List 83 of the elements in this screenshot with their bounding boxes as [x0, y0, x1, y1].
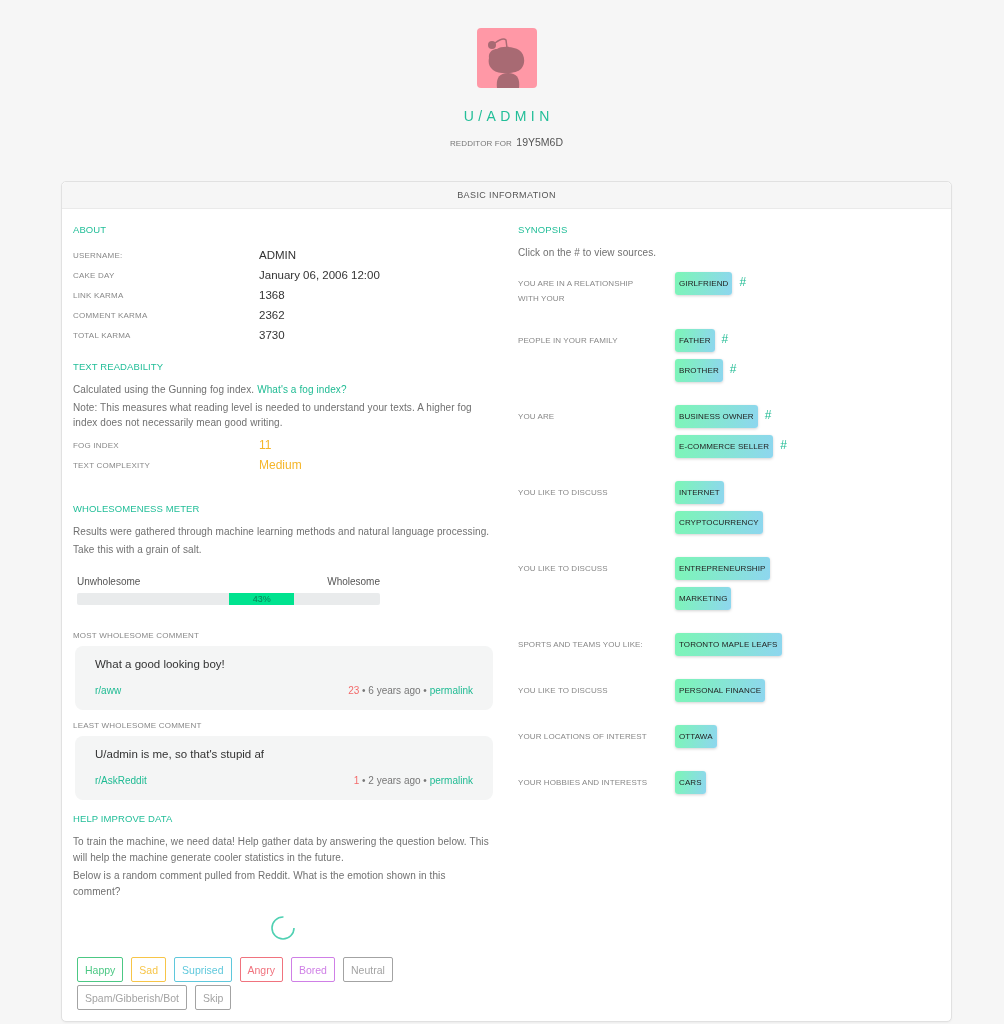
comment-heading: LEAST WHOLESOME COMMENT: [73, 720, 203, 732]
loading-spinner-icon: [271, 916, 295, 940]
section-heading: WHOLESOMENESS METER: [73, 502, 201, 516]
meter-reading: 43%: [252, 593, 271, 605]
synopsis-label: YOU ARE IN A RELATIONSHIP WITH YOUR: [518, 278, 635, 305]
answer-button[interactable]: Angry: [239, 957, 283, 982]
card-header-bar: BASIC INFORMATION: [62, 182, 951, 209]
field-value: 1368: [259, 289, 285, 301]
age-text: • 6 years ago •: [362, 685, 427, 696]
topic-tag: PERSONAL FINANCE: [675, 679, 766, 702]
field-value: January 06, 2006 12:00: [259, 269, 380, 281]
field-value: ADMIN: [259, 249, 297, 261]
topic-tag: INTERNET: [675, 481, 724, 504]
field-label: USERNAME:: [73, 250, 124, 260]
comment-text: U/admin is me, so that's stupid af: [95, 747, 266, 762]
section-heading: TEXT READABILITY: [73, 360, 165, 374]
synopsis-label: YOU ARE: [518, 411, 555, 423]
topic-tag: CRYPTOCURRENCY: [675, 511, 763, 534]
topic-tag: E-COMMERCE SELLER: [675, 435, 774, 458]
hint-text: Click on the # to view sources.: [518, 246, 658, 260]
score-text: 23: [348, 685, 360, 696]
topic-tag: BUSINESS OWNER: [675, 405, 758, 428]
fog-index-link[interactable]: What's a fog index?: [257, 384, 347, 395]
answer-button[interactable]: Skip: [194, 985, 232, 1010]
field-label: FOG INDEX: [73, 440, 120, 450]
source-link[interactable]: #: [721, 330, 729, 347]
topic-tag: TORONTO MAPLE LEAFS: [675, 633, 782, 656]
synopsis-label: YOU LIKE TO DISCUSS: [518, 685, 608, 697]
synopsis-label: YOUR HOBBIES AND INTERESTS: [518, 777, 648, 789]
topic-tag: MARKETING: [675, 587, 732, 610]
alien-avatar-icon: [476, 28, 537, 88]
note-text: Note: This measures what reading level is needed to understand your texts. A higher fog index does not necessarily mean good writing.: [73, 401, 473, 430]
intro-text: Calculated using the Gunning fog index. What's a fog index?: [73, 383, 348, 397]
comment-text: What a good looking boy!: [95, 657, 226, 672]
answer-button[interactable]: Bored: [290, 957, 335, 982]
account-age-value: 19Y5M6D: [516, 136, 564, 148]
description-text: Take this with a grain of salt.: [73, 543, 203, 557]
topic-tag: ENTREPRENEURSHIP: [675, 557, 770, 580]
age-text: • 2 years ago •: [362, 775, 427, 786]
field-label: COMMENT KARMA: [73, 310, 149, 320]
section-heading: ABOUT: [73, 223, 108, 237]
meter-low-label: Unwholesome: [77, 575, 141, 589]
field-value: Medium: [259, 458, 302, 472]
description-text: Results were gathered through machine learning methods and natural language processing.: [73, 525, 491, 539]
source-link[interactable]: #: [739, 273, 747, 290]
answer-button[interactable]: Neutral: [342, 957, 393, 982]
answer-button[interactable]: Sad: [131, 957, 167, 982]
field-label: CAKE DAY: [73, 270, 116, 280]
synopsis-label: PEOPLE IN YOUR FAMILY: [518, 335, 618, 347]
source-link[interactable]: #: [780, 436, 787, 453]
section-heading: HELP IMPROVE DATA: [73, 812, 174, 826]
answer-button[interactable]: Happy: [77, 957, 124, 982]
field-value: 11: [259, 438, 272, 452]
source-link[interactable]: #: [729, 360, 737, 377]
topic-tag: GIRLFRIEND: [675, 272, 733, 295]
synopsis-label: SPORTS AND TEAMS YOU LIKE:: [518, 639, 643, 651]
subreddit-link[interactable]: r/aww: [95, 683, 122, 699]
field-value: 2362: [259, 309, 285, 321]
permalink-link[interactable]: permalink: [429, 685, 473, 696]
account-age-label: REDDITOR FOR: [449, 139, 512, 148]
field-label: LINK KARMA: [73, 290, 125, 300]
synopsis-label: YOU LIKE TO DISCUSS: [518, 563, 608, 575]
field-value: 3730: [259, 329, 285, 341]
field-label: TOTAL KARMA: [73, 330, 132, 340]
synopsis-label: YOU LIKE TO DISCUSS: [518, 487, 608, 499]
topic-tag: FATHER: [675, 329, 715, 352]
topic-tag: OTTAWA: [675, 725, 717, 748]
section-heading: SYNOPSIS: [518, 223, 569, 237]
comment-heading: MOST WHOLESOME COMMENT: [73, 630, 201, 642]
meter-high-label: Wholesome: [327, 575, 380, 589]
subreddit-link[interactable]: r/AskReddit: [95, 773, 147, 789]
description-text: To train the machine, we need data! Help gather data by answering the question below. This will help the machine generate cooler statistics in the future.: [73, 835, 490, 865]
topic-tag: CARS: [675, 771, 706, 794]
answer-button[interactable]: Spam/Gibberish/Bot: [77, 985, 187, 1010]
username-title: U/ADMIN: [462, 107, 554, 125]
synopsis-label: YOUR LOCATIONS OF INTEREST: [518, 731, 647, 743]
field-label: TEXT COMPLEXITY: [73, 460, 152, 470]
answer-button[interactable]: Suprised: [174, 957, 232, 982]
permalink-link[interactable]: permalink: [429, 775, 473, 786]
source-link[interactable]: #: [764, 406, 772, 423]
topic-tag: BROTHER: [675, 359, 723, 382]
score-text: 1: [353, 775, 360, 786]
description-text: Below is a random comment pulled from Reddit. What is the emotion shown in this comment?: [73, 869, 447, 899]
